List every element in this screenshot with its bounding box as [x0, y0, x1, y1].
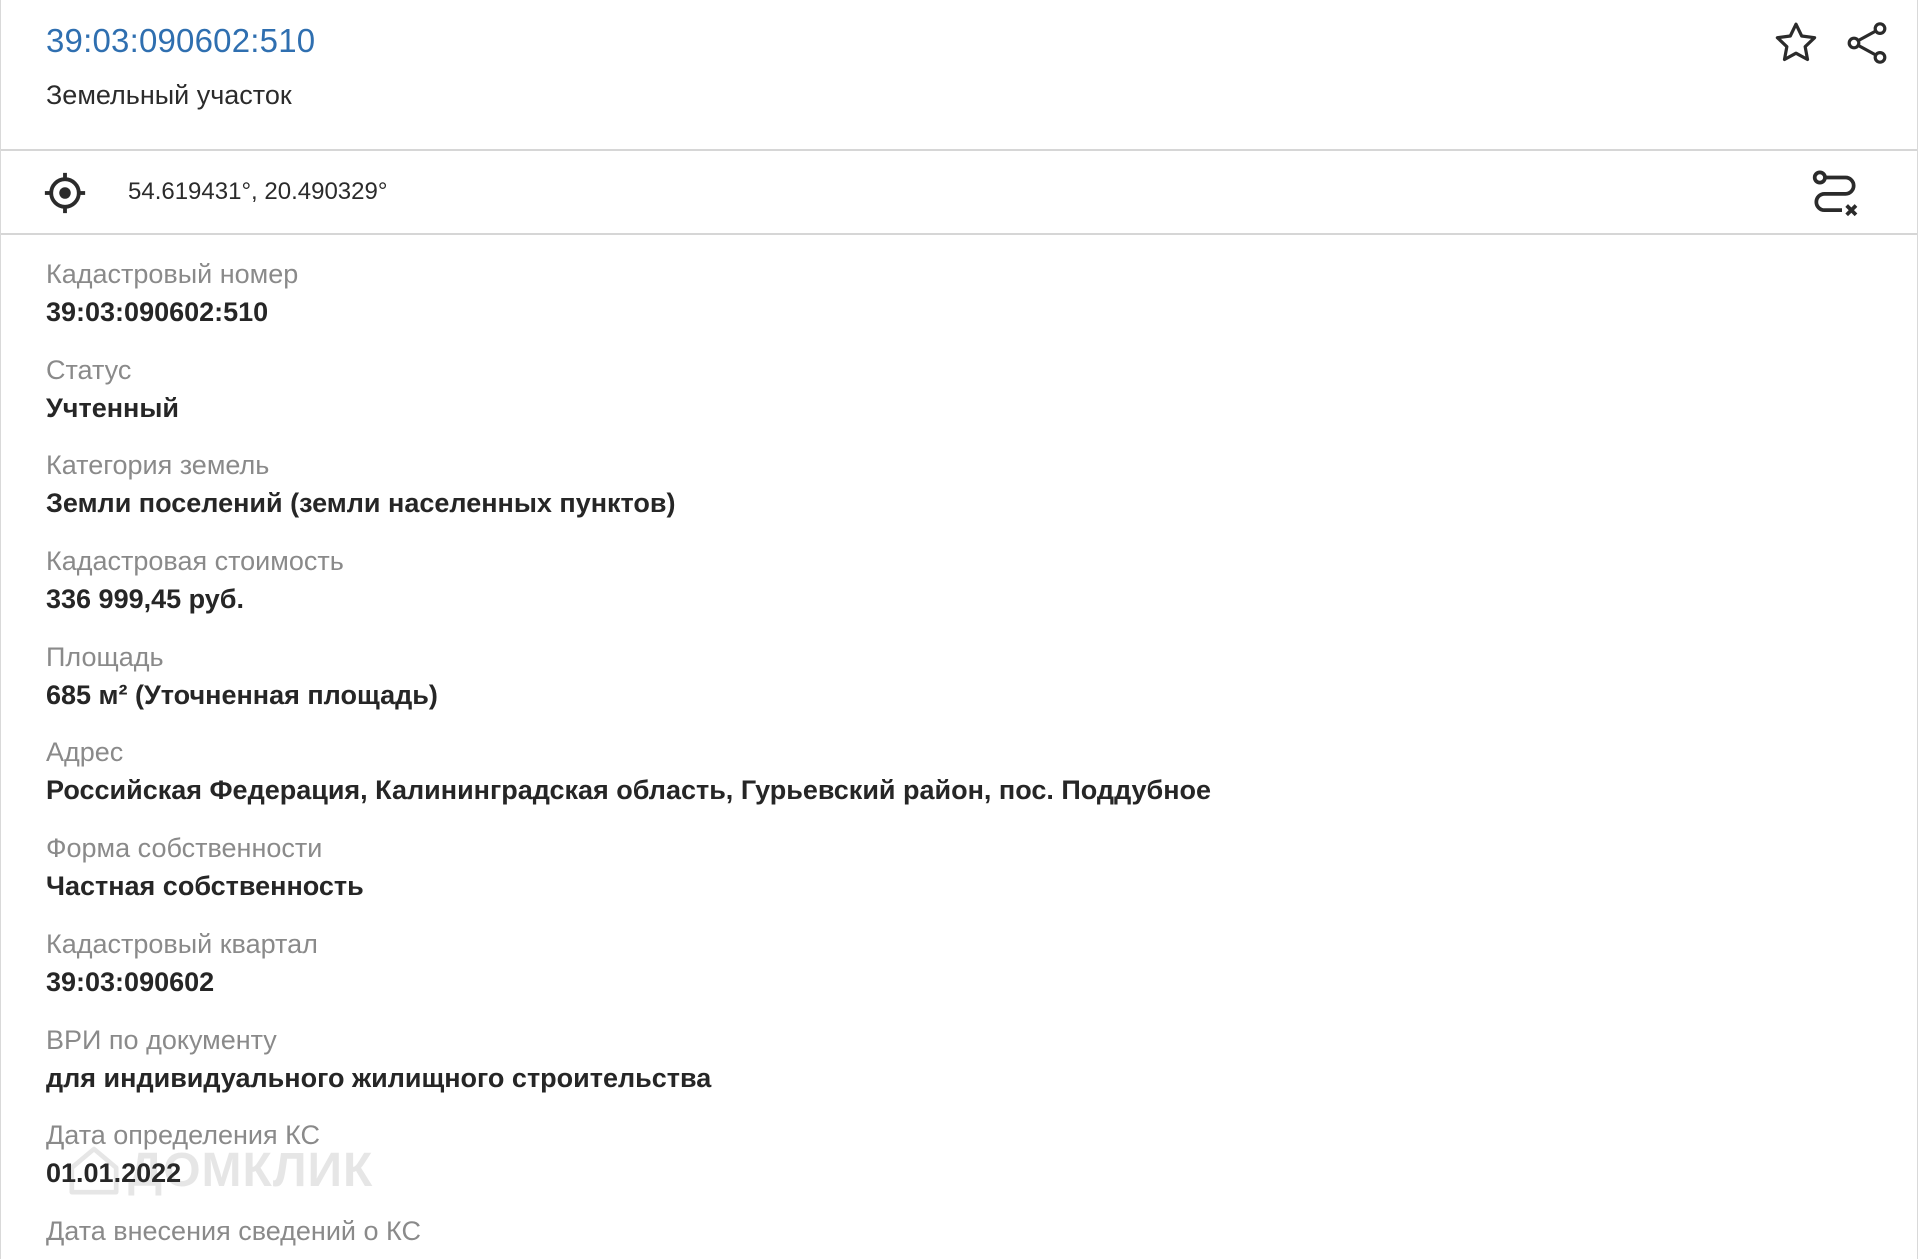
field-label: Адрес [46, 737, 124, 768]
field-value: 39:03:090602:510 [46, 297, 269, 327]
field-value: Учтенный [46, 392, 179, 423]
field-label: Кадастровая стоимость [46, 546, 344, 577]
field-label: Форма собственности [46, 833, 323, 864]
target-icon[interactable] [42, 170, 88, 216]
field-label: Кадастровый квартал [46, 928, 318, 959]
object-type: Земельный участок [46, 80, 292, 110]
field-label: Площадь [46, 641, 164, 672]
field-value: для индивидуального жилищного строительс… [46, 1062, 712, 1093]
field-value: 39:03:090602 [46, 966, 215, 997]
field-label: Дата определения КС [46, 1120, 321, 1151]
field-area: Площадь 685 м² (Уточненная площадь) [46, 638, 1917, 734]
field-label: Статус [46, 354, 132, 385]
field-value-entry-date: Дата внесения сведений о КС [46, 1212, 1917, 1259]
field-ownership: Форма собственности Частная собственност… [46, 829, 1917, 925]
card-header: 39:03:090602:510 Земельный участок [1, 0, 1917, 151]
field-status: Статус Учтенный [46, 351, 1917, 447]
field-label: Кадастровый номер [46, 259, 299, 289]
field-label: Дата внесения сведений о КС [46, 1215, 421, 1246]
coordinates-value: 54.619431°, 20.490329° [128, 178, 388, 205]
field-value: Российская Федерация, Калининградская об… [46, 775, 1212, 806]
route-icon[interactable] [1807, 167, 1863, 223]
field-cadastral-number: Кадастровый номер 39:03:090602:510 [46, 255, 1917, 351]
field-land-category: Категория земель Земли поселений (земли … [46, 446, 1917, 542]
field-value: Частная собственность [46, 871, 364, 902]
field-permitted-use: ВРИ по документу для индивидуального жил… [46, 1021, 1917, 1117]
share-button[interactable] [1839, 15, 1895, 71]
field-address: Адрес Российская Федерация, Калининградс… [46, 733, 1917, 829]
favorite-button[interactable] [1768, 15, 1824, 71]
coordinates-bar: 54.619431°, 20.490329° [1, 151, 1917, 235]
field-label: ВРИ по документу [46, 1024, 277, 1055]
field-cadastral-value: Кадастровая стоимость 336 999,45 руб. [46, 542, 1917, 638]
field-value: 685 м² (Уточненная площадь) [46, 679, 438, 710]
object-card: 39:03:090602:510 Земельный участок 54.61… [0, 0, 1918, 1259]
field-cadastral-quarter: Кадастровый квартал 39:03:090602 [46, 925, 1917, 1021]
property-details: Кадастровый номер 39:03:090602:510 Стату… [1, 235, 1917, 1259]
share-icon [1847, 22, 1887, 64]
star-icon [1775, 22, 1817, 62]
field-value: 336 999,45 руб. [46, 584, 244, 615]
cadastral-number-link[interactable]: 39:03:090602:510 [46, 22, 315, 60]
field-label: Категория земель [46, 450, 270, 481]
field-valuation-date: Дата определения КС 01.01.2022 [46, 1116, 1917, 1212]
field-value: Земли поселений (земли населенных пункто… [46, 488, 676, 519]
field-value: 01.01.2022 [46, 1158, 182, 1189]
